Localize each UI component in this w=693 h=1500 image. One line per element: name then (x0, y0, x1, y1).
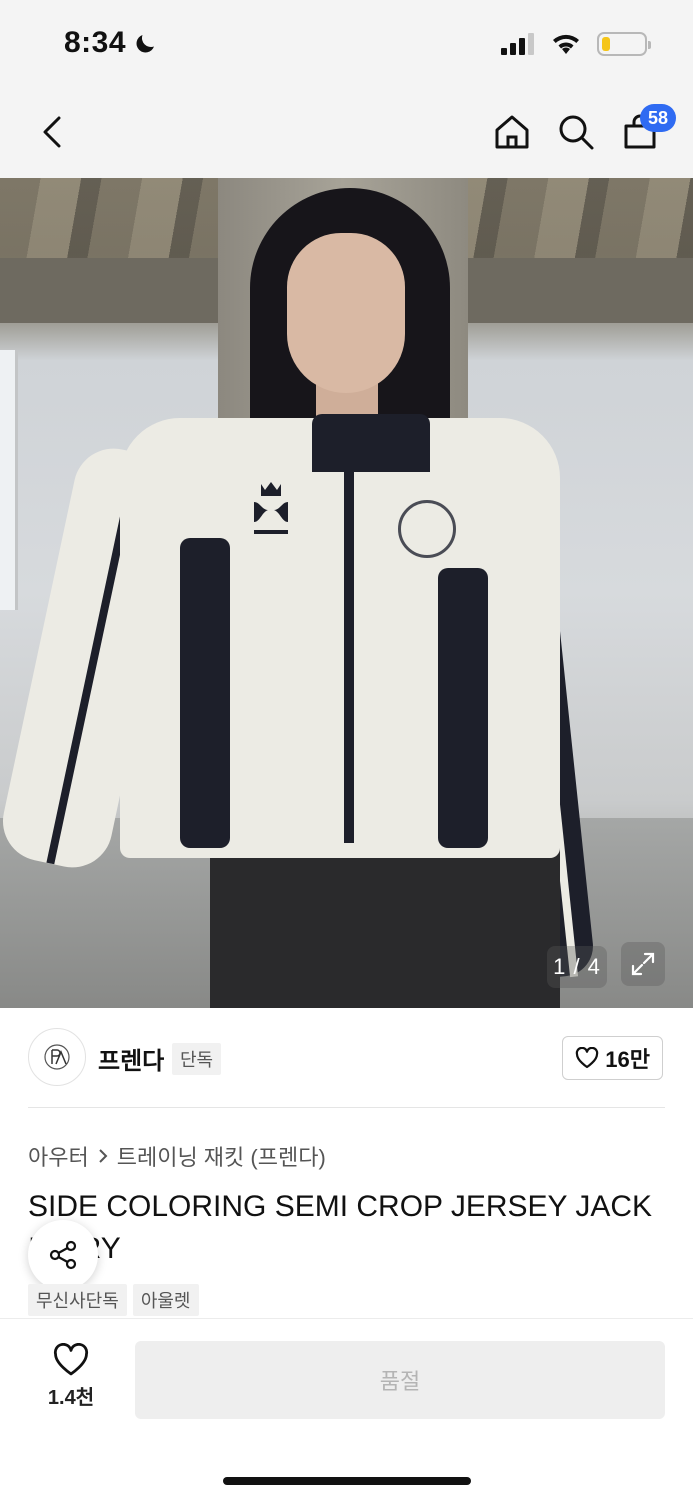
chevron-left-icon (43, 116, 61, 148)
divider (28, 1107, 665, 1108)
brand-logo[interactable] (28, 1028, 86, 1086)
back-button[interactable] (30, 110, 74, 154)
cart-count-badge: 58 (640, 104, 676, 132)
wishlist-count: 1.4천 (47, 1387, 95, 1409)
product-tags: 무신사단독 아울렛 (28, 1284, 199, 1316)
model-face (287, 233, 405, 393)
status-bar: 8:34 (0, 0, 693, 92)
cart-button[interactable]: 58 (618, 104, 676, 154)
battery-cap (648, 41, 651, 49)
status-time: 8:34 (64, 26, 158, 60)
heart-icon (576, 1047, 599, 1069)
battery-icon (597, 32, 651, 56)
share-button[interactable] (28, 1220, 98, 1290)
brand-logo-icon (44, 1044, 70, 1070)
brand-like-count: 16만 (605, 1047, 650, 1072)
brand-name[interactable]: 프렌다 (98, 1041, 164, 1076)
breadcrumb-subcategory[interactable]: 트레이닝 재킷 (프렌다) (117, 1140, 326, 1172)
cellular-signal-icon (501, 33, 534, 55)
expand-image-button[interactable] (621, 942, 665, 986)
share-icon (49, 1240, 77, 1270)
jacket-side-panel-left (180, 538, 230, 848)
brand-row: 프렌다 단독 16만 (0, 1008, 693, 1108)
expand-icon (631, 952, 655, 976)
brand-exclusive-tag: 단독 (172, 1043, 222, 1075)
product-title-line2: IVORY (28, 1228, 668, 1270)
image-window (0, 350, 18, 610)
laurel-emblem-icon (398, 500, 456, 558)
chevron-right-icon (99, 1149, 108, 1163)
breadcrumb: 아우터 트레이닝 재킷 (프렌다) (28, 1140, 326, 1172)
home-icon (495, 115, 529, 149)
clock-text: 8:34 (64, 26, 127, 59)
brand-like-button[interactable]: 16만 (562, 1036, 663, 1080)
crown-emblem-icon (254, 482, 288, 534)
product-tag: 무신사단독 (28, 1284, 127, 1316)
moon-icon (136, 35, 155, 53)
nav-bar: 58 (0, 92, 693, 178)
image-counter: 1 / 4 (547, 946, 607, 988)
jacket-side-panel-right (438, 568, 488, 848)
product-title-line1: SIDE COLORING SEMI CROP JERSEY JACK (28, 1190, 653, 1223)
home-button[interactable] (490, 110, 534, 154)
status-indicators (501, 32, 651, 56)
battery-level (602, 37, 610, 51)
breadcrumb-category[interactable]: 아우터 (28, 1140, 89, 1172)
jacket-zipper (344, 423, 354, 843)
heart-icon (53, 1343, 89, 1376)
search-icon (559, 115, 594, 150)
wishlist-button[interactable]: 1.4천 (30, 1343, 112, 1413)
product-image-carousel[interactable]: 1 / 4 (0, 178, 693, 1008)
sold-out-button[interactable]: 품절 (135, 1341, 665, 1419)
wifi-icon (553, 34, 579, 54)
product-tag: 아울렛 (132, 1284, 199, 1316)
jacket-collar (312, 414, 430, 472)
bottom-action-bar: 1.4천 품절 (0, 1318, 693, 1500)
product-title: SIDE COLORING SEMI CROP JERSEY JACK IVOR… (28, 1186, 668, 1270)
search-button[interactable] (554, 110, 598, 154)
home-indicator[interactable] (223, 1477, 471, 1485)
